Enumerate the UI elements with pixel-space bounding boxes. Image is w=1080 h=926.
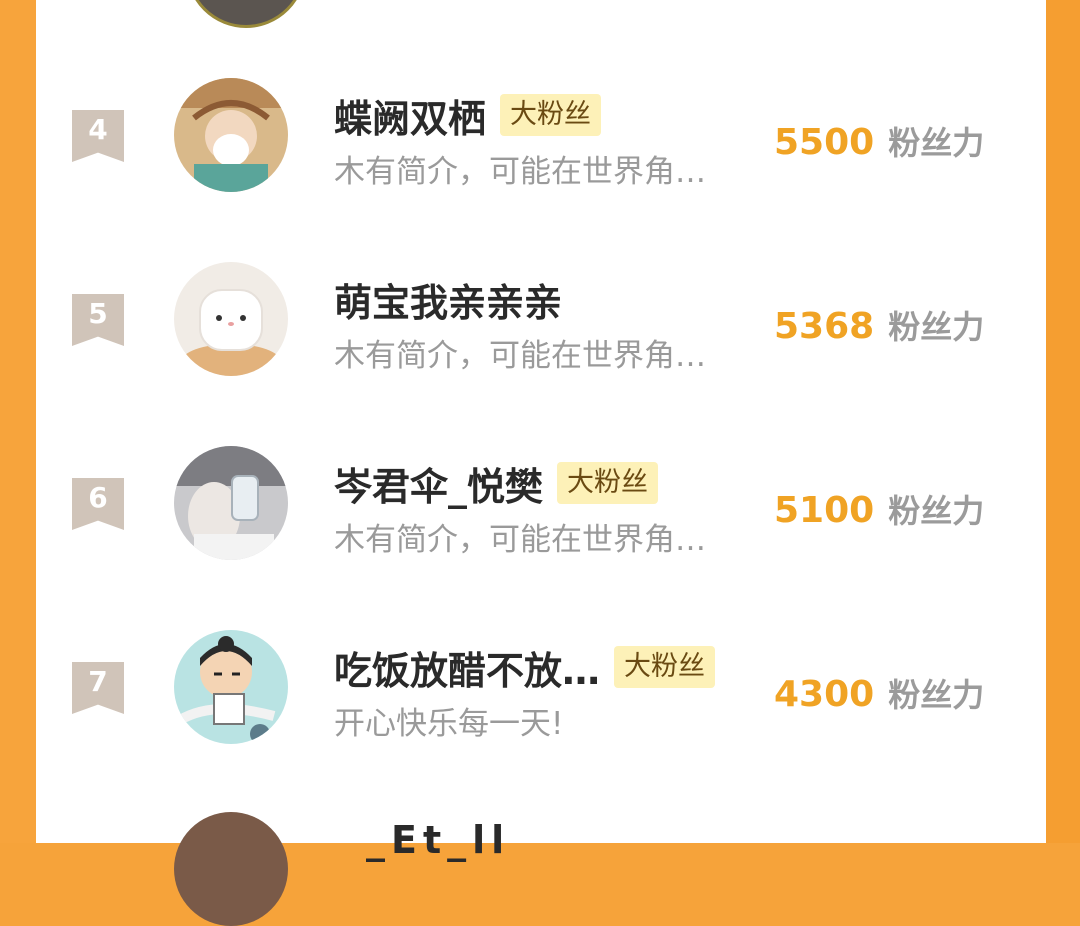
fan-power-label: 粉丝力 — [888, 124, 985, 162]
fan-badge: 大粉丝 — [614, 646, 716, 688]
user-avatar[interactable] — [174, 446, 288, 560]
fan-power-label: 粉丝力 — [888, 308, 985, 346]
fan-power: 4300 粉丝力 — [774, 670, 984, 716]
rank-badge: 7 — [72, 662, 124, 714]
next-user-name[interactable]: _Et_ll — [366, 818, 510, 862]
user-name[interactable]: 吃饭放醋不放… — [334, 640, 600, 695]
user-avatar[interactable] — [174, 262, 288, 376]
user-name[interactable]: 岑君伞_悦樊 — [334, 456, 543, 511]
user-bio: 开心快乐每一天! — [334, 706, 564, 742]
user-name-line: 吃饭放醋不放… 大粉丝 — [334, 640, 716, 695]
leaderboard-row[interactable]: 6 岑君伞_悦樊 大粉丝 木有简介，可能在世界角… 5100 粉丝力 — [36, 414, 1046, 598]
leaderboard-row[interactable]: 7 吃饭放醋不放… 大粉丝 开心快乐每一天! 4300 粉丝力 — [36, 598, 1046, 782]
fan-power-label: 粉丝力 — [888, 492, 985, 530]
user-name-line: 萌宝我亲亲亲 — [334, 272, 562, 327]
fan-power-value: 5368 — [774, 306, 875, 347]
user-bio: 木有简介，可能在世界角… — [334, 522, 706, 558]
fan-badge: 大粉丝 — [500, 94, 602, 136]
rank-badge: 6 — [72, 478, 124, 530]
user-bio: 木有简介，可能在世界角… — [334, 154, 706, 190]
leaderboard-card: 4 蝶阙双栖 大粉丝 木有简介，可能在世界角… 5500 粉丝力 5 萌宝我亲亲… — [36, 0, 1046, 926]
fan-power: 5368 粉丝力 — [774, 302, 984, 348]
user-name[interactable]: 萌宝我亲亲亲 — [334, 272, 562, 327]
user-name[interactable]: 蝶阙双栖 — [334, 88, 486, 143]
fan-power-label: 粉丝力 — [888, 676, 985, 714]
leaderboard-row[interactable]: 4 蝶阙双栖 大粉丝 木有简介，可能在世界角… 5500 粉丝力 — [36, 46, 1046, 230]
user-name-line: 蝶阙双栖 大粉丝 — [334, 88, 602, 143]
user-avatar[interactable] — [174, 78, 288, 192]
fan-power-value: 4300 — [774, 674, 875, 715]
user-name-line: 岑君伞_悦樊 大粉丝 — [334, 456, 659, 511]
rank-badge: 4 — [72, 110, 124, 162]
user-bio: 木有简介，可能在世界角… — [334, 338, 706, 374]
fan-badge: 大粉丝 — [557, 462, 659, 504]
fan-power: 5500 粉丝力 — [774, 118, 984, 164]
fan-power-value: 5500 — [774, 122, 875, 163]
rank-badge: 5 — [72, 294, 124, 346]
fan-power: 5100 粉丝力 — [774, 486, 984, 532]
leaderboard-row[interactable]: 5 萌宝我亲亲亲 木有简介，可能在世界角… 5368 粉丝力 — [36, 230, 1046, 414]
previous-user-avatar[interactable] — [186, 0, 306, 28]
next-user-avatar[interactable] — [174, 812, 288, 926]
user-avatar[interactable] — [174, 630, 288, 744]
fan-power-value: 5100 — [774, 490, 875, 531]
